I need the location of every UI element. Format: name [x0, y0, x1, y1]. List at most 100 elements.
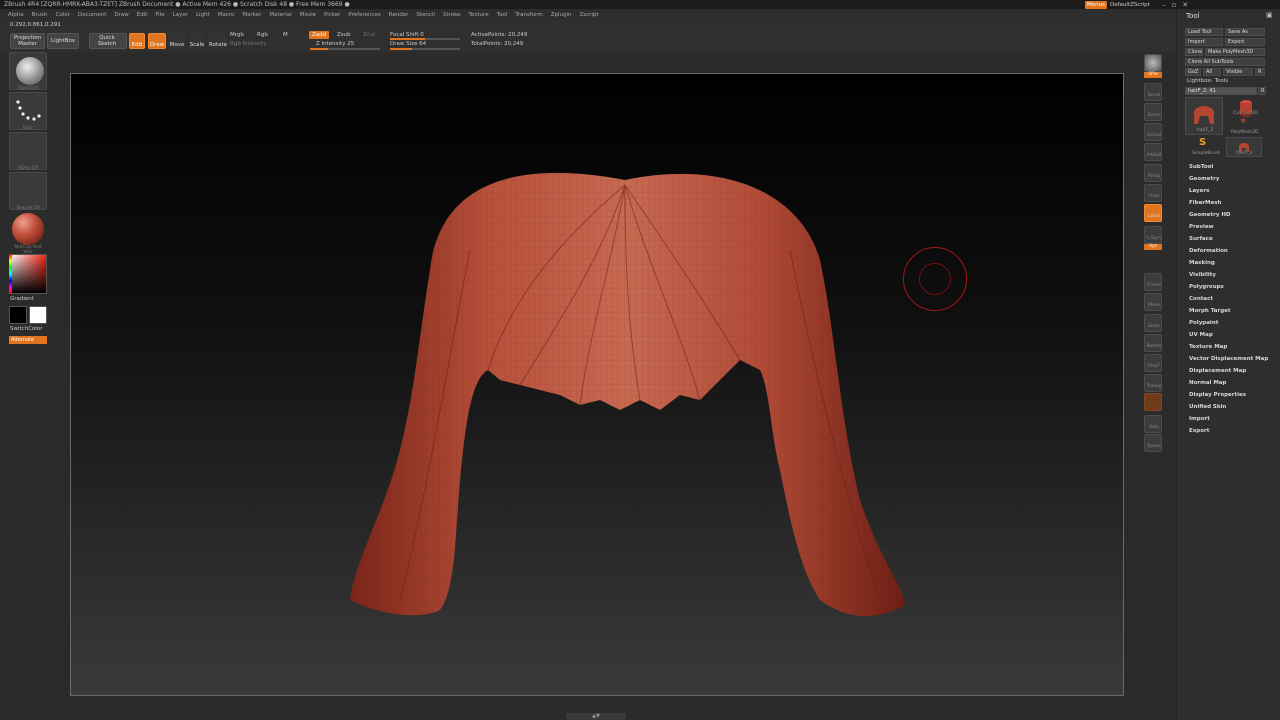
palette-options-icon[interactable]: ▣	[1266, 11, 1273, 19]
scroll-button[interactable]	[1144, 83, 1162, 101]
section-geometry-hd[interactable]: Geometry HD	[1189, 212, 1231, 218]
menu-render[interactable]: Render	[389, 12, 409, 18]
alpha-slot[interactable]	[9, 132, 47, 170]
section-uv-map[interactable]: UV Map	[1189, 332, 1213, 338]
r-button[interactable]: R	[1255, 68, 1265, 76]
menu-stroke[interactable]: Stroke	[443, 12, 461, 18]
section-geometry[interactable]: Geometry	[1189, 176, 1219, 182]
menu-zplugin[interactable]: Zplugin	[551, 12, 572, 18]
focal-shift-track[interactable]	[390, 38, 460, 40]
polymesh-star-icon[interactable]: ✶	[1239, 116, 1247, 127]
lightbox-tools-link[interactable]: Lightbox› Tools	[1187, 78, 1228, 84]
scale-view-button[interactable]	[1144, 314, 1162, 332]
section-surface[interactable]: Surface	[1189, 236, 1213, 242]
gradient-label[interactable]: Gradient	[10, 296, 34, 302]
lsym-button[interactable]	[1144, 226, 1162, 244]
menu-draw[interactable]: Draw	[114, 12, 128, 18]
menu-preferences[interactable]: Preferences	[348, 12, 380, 18]
mrgb-toggle[interactable]: Mrgb	[230, 32, 244, 38]
solo-button[interactable]	[1144, 415, 1162, 433]
section-contact[interactable]: Contact	[1189, 296, 1213, 302]
viewport-canvas[interactable]	[70, 73, 1124, 696]
menu-marker[interactable]: Marker	[242, 12, 261, 18]
section-texture-map[interactable]: Texture Map	[1189, 344, 1227, 350]
aahalf-button[interactable]	[1144, 143, 1162, 161]
menu-transform[interactable]: Transform	[515, 12, 542, 18]
section-subtool[interactable]: SubTool	[1189, 164, 1213, 170]
spix-slider[interactable]: SPix	[1144, 72, 1162, 78]
stroke-slot[interactable]	[9, 92, 47, 130]
load-tool-button[interactable]: Load Tool	[1185, 28, 1223, 36]
menu-picker[interactable]: Picker	[324, 12, 340, 18]
draw-size-slider[interactable]: Draw Size 64	[390, 41, 426, 47]
clone-button[interactable]: Clone	[1185, 48, 1203, 56]
move-button[interactable]: Move	[169, 33, 185, 49]
menu-tool[interactable]: Tool	[497, 12, 508, 18]
bpr-button[interactable]	[1144, 54, 1162, 72]
menu-document[interactable]: Document	[78, 12, 107, 18]
clone-all-subtools-button[interactable]: Clone All SubTools	[1185, 58, 1265, 66]
simplebrush-icon[interactable]: S	[1199, 137, 1206, 148]
current-tool-slider[interactable]: hairF_2. 41	[1185, 87, 1257, 95]
ghost-button[interactable]	[1144, 393, 1162, 411]
transp-button[interactable]	[1144, 374, 1162, 392]
edit-button[interactable]: Edit	[129, 33, 145, 49]
menu-brush[interactable]: Brush	[32, 12, 48, 18]
local-button[interactable]	[1144, 204, 1162, 222]
section-masking[interactable]: Masking	[1189, 260, 1215, 266]
all-button[interactable]: All	[1203, 68, 1221, 76]
menu-zscript[interactable]: Zscript	[579, 12, 598, 18]
section-export[interactable]: Export	[1189, 428, 1209, 434]
texture-slot[interactable]	[9, 172, 47, 210]
menu-stencil[interactable]: Stencil	[416, 12, 435, 18]
save-as-button[interactable]: Save As	[1225, 28, 1265, 36]
material-slot[interactable]	[9, 210, 47, 248]
section-visibility[interactable]: Visibility	[1189, 272, 1216, 278]
switch-color-button[interactable]: SwitchColor	[10, 326, 43, 332]
menu-alpha[interactable]: Alpha	[8, 12, 24, 18]
alternate-button[interactable]: Alternate	[9, 336, 47, 344]
brush-slot[interactable]	[9, 52, 47, 90]
main-color-swatch[interactable]	[9, 306, 27, 324]
section-displacement-map[interactable]: Displacement Map	[1189, 368, 1246, 374]
close-icon[interactable]: ✕	[1182, 1, 1188, 9]
draw-size-track[interactable]	[390, 48, 460, 50]
section-normal-map[interactable]: Normal Map	[1189, 380, 1226, 386]
rgb-intensity-slider[interactable]: Rgb Intensity	[230, 41, 267, 47]
section-vector-displacement-map[interactable]: Vector Displacement Map	[1189, 356, 1268, 362]
lightbox-button[interactable]: LightBox	[47, 33, 79, 49]
m-toggle[interactable]: M	[283, 32, 288, 38]
export-button[interactable]: Export	[1225, 38, 1265, 46]
zcut-toggle[interactable]: Zcut	[363, 32, 375, 38]
menu-texture[interactable]: Texture	[469, 12, 489, 18]
section-morph-target[interactable]: Morph Target	[1189, 308, 1231, 314]
floor-button[interactable]	[1144, 184, 1162, 202]
secondary-color-swatch[interactable]	[29, 306, 47, 324]
make-polymesh-button[interactable]: Make PolyMesh3D	[1205, 48, 1265, 56]
section-display-properties[interactable]: Display Properties	[1189, 392, 1246, 398]
current-tool-r[interactable]: R	[1258, 87, 1266, 95]
hue-strip[interactable]	[9, 254, 12, 294]
rotate-button[interactable]: Rotate	[209, 33, 227, 49]
move-view-button[interactable]	[1144, 293, 1162, 311]
xpose-button[interactable]	[1144, 434, 1162, 452]
menus-toggle[interactable]: Menus	[1085, 0, 1107, 9]
menu-movie[interactable]: Movie	[300, 12, 316, 18]
zadd-toggle[interactable]: Zadd	[309, 31, 330, 39]
menu-macro[interactable]: Macro	[218, 12, 235, 18]
section-fibermesh[interactable]: FiberMesh	[1189, 200, 1221, 206]
menu-edit[interactable]: Edit	[137, 12, 148, 18]
section-layers[interactable]: Layers	[1189, 188, 1209, 194]
goz-button[interactable]: GoZ	[1185, 68, 1201, 76]
menu-material[interactable]: Material	[269, 12, 291, 18]
bottom-tray-handle[interactable]: ▲▼	[566, 713, 626, 720]
visible-button[interactable]: Visible	[1223, 68, 1253, 76]
menu-color[interactable]: Color	[56, 12, 70, 18]
rotate-view-button[interactable]	[1144, 334, 1162, 352]
actual-button[interactable]	[1144, 123, 1162, 141]
maximize-icon[interactable]: ▫	[1172, 1, 1177, 9]
projection-master-button[interactable]: Projection Master	[10, 33, 45, 49]
draw-button[interactable]: Draw	[148, 33, 166, 49]
persp-button[interactable]	[1144, 164, 1162, 182]
xyz-toggle[interactable]: Xyz	[1144, 244, 1162, 250]
